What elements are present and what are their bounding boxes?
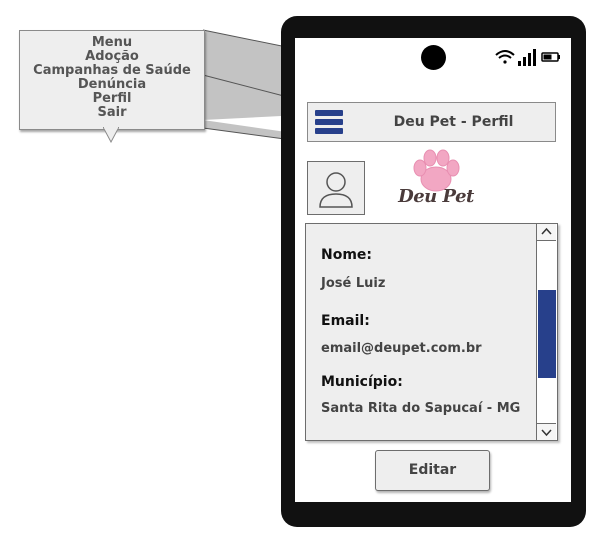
menu-item-denuncia[interactable]: Denúncia [20, 78, 204, 92]
scroll-up-button[interactable] [537, 224, 556, 241]
deu-pet-logo: Deu Pet [395, 148, 477, 218]
avatar [307, 161, 365, 215]
menu-callout-title: Menu [91, 35, 133, 50]
hamburger-menu-icon[interactable] [312, 106, 345, 139]
menu-item-adocao[interactable]: Adoção [20, 50, 204, 64]
scrollbar[interactable] [536, 224, 557, 440]
menu-item-perfil[interactable]: Perfil [20, 92, 204, 106]
menu-item-sair[interactable]: Sair [20, 106, 204, 120]
callout-tail [103, 127, 119, 143]
menu-callout: Menu Adoção Campanhas de Saúde Denúncia … [19, 30, 205, 130]
user-avatar-icon [319, 172, 353, 208]
menu-item-campanhas[interactable]: Campanhas de Saúde [20, 64, 204, 78]
battery-icon [541, 52, 560, 62]
edit-button[interactable]: Editar [375, 450, 490, 491]
wifi-icon [495, 50, 515, 64]
municipality-value: Santa Rita do Sapucaí - MG [321, 401, 521, 416]
municipality-label: Município: [321, 374, 403, 390]
signal-icon [518, 49, 536, 66]
email-label: Email: [321, 313, 370, 329]
app-header: Deu Pet - Perfil [307, 102, 556, 142]
chevron-down-icon [541, 429, 552, 437]
scroll-thumb[interactable] [538, 290, 556, 378]
name-label: Nome: [321, 247, 373, 263]
chevron-up-icon [541, 227, 552, 235]
logo-text: Deu Pet [398, 186, 474, 207]
scroll-down-button[interactable] [537, 423, 556, 440]
email-value: email@deupet.com.br [321, 341, 482, 356]
camera-notch [421, 45, 446, 70]
name-value: José Luiz [321, 276, 386, 291]
page-title: Deu Pet - Perfil [393, 114, 514, 130]
status-bar [495, 49, 560, 66]
profile-panel: Nome: José Luiz Email: email@deupet.com.… [305, 223, 558, 441]
